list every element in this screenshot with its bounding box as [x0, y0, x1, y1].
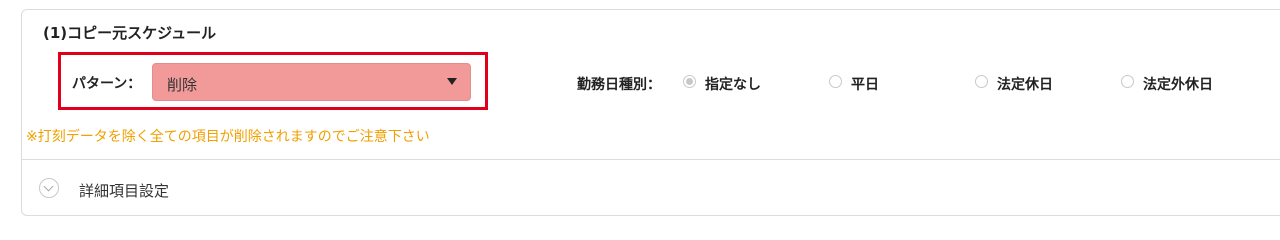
chevron-down-circle-icon[interactable]	[39, 178, 59, 198]
radio-button-icon[interactable]	[1121, 75, 1134, 88]
pattern-label: パターン：	[72, 76, 142, 92]
radio-label: 法定休日	[997, 77, 1053, 93]
radio-label: 指定なし	[705, 77, 761, 93]
section-title: (1)コピー元スケジュール	[43, 24, 217, 42]
radio-label: 法定外休日	[1143, 77, 1213, 93]
day-type-label: 勤務日種別：	[577, 77, 661, 93]
radio-label: 平日	[851, 77, 879, 93]
radio-button-icon[interactable]	[975, 75, 988, 88]
divider	[22, 159, 1280, 160]
dropdown-arrow-icon	[447, 78, 457, 85]
detail-settings-toggle[interactable]: 詳細項目設定	[79, 180, 169, 201]
pattern-select[interactable]: 削除	[152, 63, 471, 101]
pattern-selected-value: 削除	[167, 76, 198, 94]
radio-button-icon[interactable]	[829, 75, 842, 88]
radio-button-icon[interactable]	[683, 75, 696, 88]
delete-warning-text: ※打刻データを除く全ての項目が削除されますのでご注意下さい	[26, 129, 430, 145]
